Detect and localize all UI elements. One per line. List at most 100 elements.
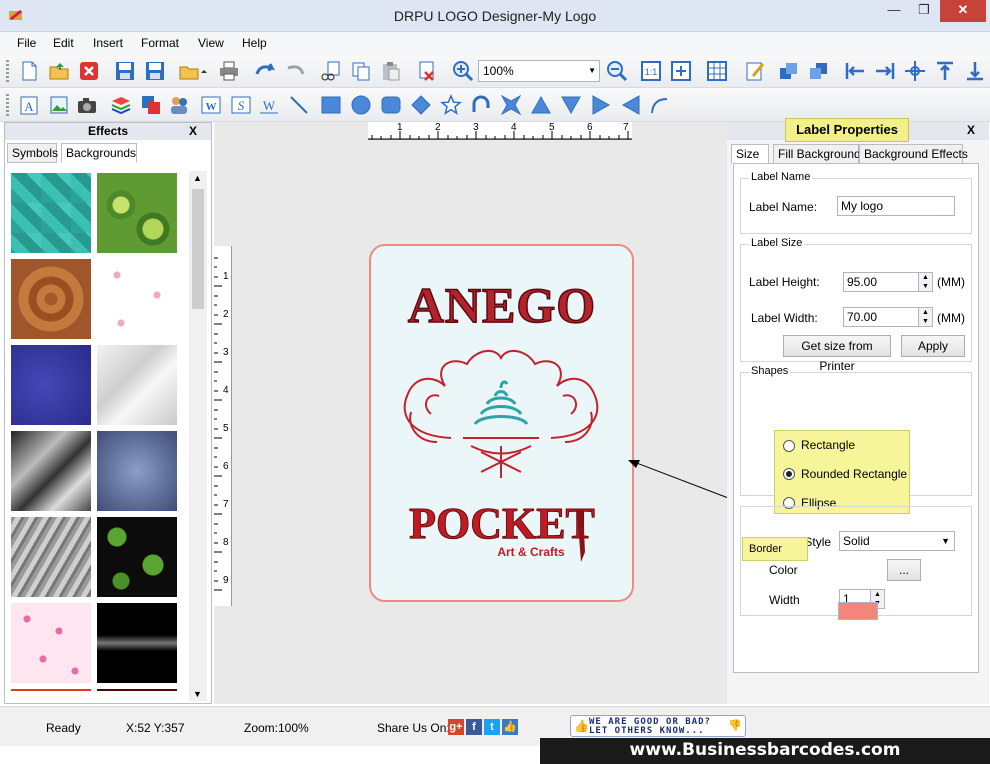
tab-backgrounds[interactable]: Backgrounds — [61, 143, 137, 163]
send-backward-icon[interactable] — [808, 60, 830, 82]
watermark-icon[interactable]: W — [258, 94, 280, 116]
redo-icon[interactable] — [284, 60, 306, 82]
facebook-icon[interactable]: f — [466, 719, 482, 735]
minimize-button[interactable]: — — [880, 0, 908, 22]
text-tool-icon[interactable]: A — [18, 94, 40, 116]
color-picker-button[interactable]: ... — [887, 559, 921, 581]
thumbnail-pink-pattern[interactable] — [11, 603, 91, 683]
radio-rounded-rectangle[interactable] — [783, 468, 795, 480]
like-icon[interactable]: 👍 — [502, 719, 518, 735]
menu-file[interactable]: File — [17, 36, 36, 50]
scroll-down-icon[interactable]: ▼ — [193, 689, 202, 699]
close-file-icon[interactable] — [78, 60, 100, 82]
grid-icon[interactable] — [706, 60, 728, 82]
align-bottom-icon[interactable] — [964, 60, 986, 82]
paste-icon[interactable] — [380, 60, 402, 82]
thumbnail-red-flowers[interactable] — [11, 689, 91, 691]
triangle-left-tool-icon[interactable] — [620, 94, 642, 116]
triangle-right-tool-icon[interactable] — [590, 94, 612, 116]
label-height-input[interactable]: 95.00 ▲ ▼ — [843, 272, 933, 292]
menu-help[interactable]: Help — [242, 36, 267, 50]
print-icon[interactable] — [218, 60, 240, 82]
triangle-up-tool-icon[interactable] — [530, 94, 552, 116]
export-icon[interactable] — [178, 60, 208, 82]
toolbar-grip[interactable] — [6, 94, 9, 116]
curve-tool-icon[interactable] — [648, 94, 670, 116]
ellipse-tool-icon[interactable] — [350, 94, 372, 116]
effects-scrollbar[interactable]: ▲ ▼ — [189, 171, 207, 701]
save-as-icon[interactable] — [144, 60, 166, 82]
spinner-icon[interactable]: ▲▼ — [918, 308, 932, 326]
undo-icon[interactable] — [254, 60, 276, 82]
menu-view[interactable]: View — [198, 36, 224, 50]
star-tool-icon[interactable] — [440, 94, 462, 116]
triangle-down-tool-icon[interactable] — [560, 94, 582, 116]
align-top-icon[interactable] — [934, 60, 956, 82]
fill-icon[interactable] — [140, 94, 162, 116]
open-icon[interactable] — [48, 60, 70, 82]
zoom-out-icon[interactable] — [606, 60, 628, 82]
menu-format[interactable]: Format — [141, 36, 179, 50]
thumbnail-green-circles[interactable] — [97, 173, 177, 253]
users-icon[interactable] — [168, 94, 190, 116]
border-color-swatch[interactable] — [838, 602, 878, 620]
copy-icon[interactable] — [350, 60, 372, 82]
effects-close-button[interactable]: X — [189, 123, 197, 140]
align-left-icon[interactable] — [844, 60, 866, 82]
close-button[interactable]: ✕ — [940, 0, 986, 22]
camera-icon[interactable] — [76, 94, 98, 116]
tab-background-effects[interactable]: Background Effects — [859, 144, 968, 164]
logo-label[interactable]: ANEGO POCKET Art & Crafts — [369, 244, 634, 602]
word-art-icon[interactable]: W — [200, 94, 222, 116]
twitter-icon[interactable]: t — [484, 719, 500, 735]
radio-rectangle[interactable] — [783, 440, 795, 452]
zoom-select[interactable]: 100% ▼ — [478, 60, 600, 82]
actual-size-icon[interactable]: 1:1 — [640, 60, 662, 82]
spinner-icon[interactable]: ▲▼ — [918, 273, 932, 291]
feedback-button[interactable]: 👍 WE ARE GOOD OR BAD? LET OTHERS KNOW...… — [570, 715, 746, 737]
thumbnail-gray-waves[interactable] — [11, 431, 91, 511]
color-layers-icon[interactable] — [110, 94, 132, 116]
save-icon[interactable] — [114, 60, 136, 82]
scroll-up-icon[interactable]: ▲ — [193, 173, 202, 183]
google-plus-icon[interactable]: g+ — [448, 719, 464, 735]
tab-fill-background[interactable]: Fill Background — [773, 144, 861, 164]
thumbnail-gray-marble[interactable] — [11, 517, 91, 597]
tab-size[interactable]: Size — [731, 144, 769, 164]
menu-insert[interactable]: Insert — [93, 36, 123, 50]
rectangle-tool-icon[interactable] — [320, 94, 342, 116]
thumbnail-black-lights[interactable] — [97, 603, 177, 683]
thumbnail-green-leaves[interactable] — [97, 517, 177, 597]
properties-close-button[interactable]: X — [967, 123, 975, 137]
align-center-icon[interactable] — [904, 60, 926, 82]
get-size-from-printer-button[interactable]: Get size from Printer — [783, 335, 891, 373]
thumbnail-blue-texture[interactable] — [11, 345, 91, 425]
align-right-icon[interactable] — [874, 60, 896, 82]
thumbnail-silver-silk[interactable] — [97, 345, 177, 425]
new-icon[interactable] — [18, 60, 40, 82]
label-width-input[interactable]: 70.00 ▲ ▼ — [843, 307, 933, 327]
chevron-down-icon[interactable]: ▼ — [941, 532, 950, 550]
fit-page-icon[interactable] — [670, 60, 692, 82]
border-style-select[interactable]: Solid ▼ — [839, 531, 955, 551]
apply-button[interactable]: Apply — [901, 335, 965, 357]
thumbnail-pink-flowers[interactable] — [97, 259, 177, 339]
signature-icon[interactable]: S — [230, 94, 252, 116]
chevron-down-icon[interactable]: ▼ — [588, 61, 596, 81]
burst-tool-icon[interactable] — [500, 94, 522, 116]
tab-symbols[interactable]: Symbols — [7, 143, 58, 163]
menu-edit[interactable]: Edit — [53, 36, 74, 50]
bring-forward-icon[interactable] — [778, 60, 800, 82]
scrollbar-thumb[interactable] — [192, 189, 204, 309]
diamond-tool-icon[interactable] — [410, 94, 432, 116]
label-name-input[interactable]: My logo — [837, 196, 955, 216]
properties-icon[interactable] — [744, 60, 766, 82]
image-tool-icon[interactable] — [48, 94, 70, 116]
rounded-rect-tool-icon[interactable] — [380, 94, 402, 116]
thumbnail-teal-geometric[interactable] — [11, 173, 91, 253]
line-tool-icon[interactable] — [288, 94, 310, 116]
zoom-in-icon[interactable] — [452, 60, 474, 82]
arc-tool-icon[interactable] — [470, 94, 492, 116]
toolbar-grip[interactable] — [6, 60, 9, 82]
thumbnail-dark-red[interactable] — [97, 689, 177, 691]
